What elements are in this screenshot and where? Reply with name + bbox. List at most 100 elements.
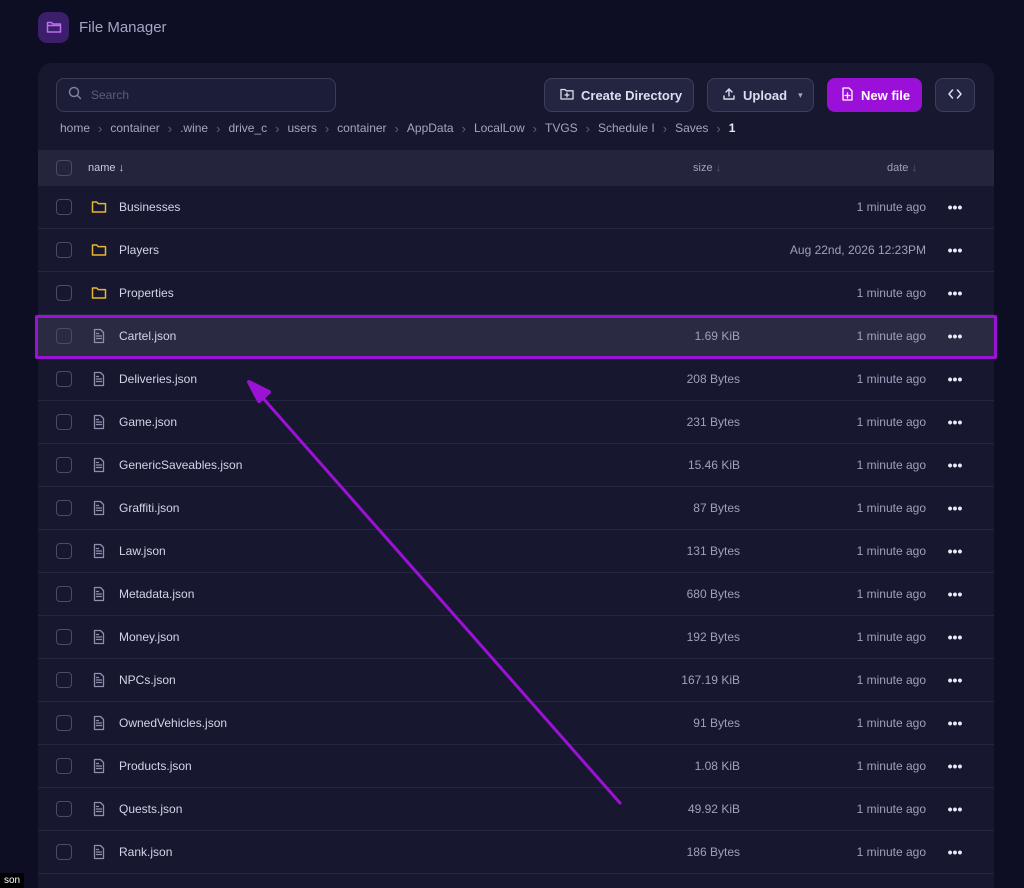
table-row[interactable]: Money.json 192 Bytes 1 minute ago ••• — [38, 616, 994, 659]
file-name[interactable]: Quests.json — [119, 802, 182, 816]
more-options-icon[interactable]: ••• — [943, 328, 967, 344]
more-options-icon[interactable]: ••• — [943, 242, 967, 258]
table-row[interactable]: OwnedVehicles.json 91 Bytes 1 minute ago ••… — [38, 702, 994, 745]
file-size: 15.46 KiB — [687, 458, 740, 472]
file-name[interactable]: Players — [119, 243, 159, 257]
file-name[interactable]: Cartel.json — [119, 329, 176, 343]
file-date: Aug 22nd, 2026 12:23PM — [789, 243, 926, 257]
more-options-icon[interactable]: ••• — [943, 715, 967, 731]
row-checkbox[interactable] — [56, 199, 72, 215]
new-file-button[interactable]: New file — [827, 78, 922, 112]
more-options-icon[interactable]: ••• — [943, 844, 967, 860]
file-name[interactable]: Metadata.json — [119, 587, 194, 601]
row-checkbox[interactable] — [56, 844, 72, 860]
row-checkbox[interactable] — [56, 500, 72, 516]
table-row[interactable]: Metadata.json 680 Bytes 1 minute ago ••• — [38, 573, 994, 616]
breadcrumb-item[interactable]: TVGS — [545, 121, 578, 135]
more-options-icon[interactable]: ••• — [943, 457, 967, 473]
more-options-icon[interactable]: ••• — [943, 672, 967, 688]
more-options-icon[interactable]: ••• — [943, 371, 967, 387]
more-options-icon[interactable]: ••• — [943, 629, 967, 645]
file-icon — [91, 457, 107, 473]
file-date: 1 minute ago — [856, 286, 926, 300]
row-checkbox[interactable] — [56, 457, 72, 473]
folder-icon — [91, 199, 107, 215]
sort-down-icon: ↓ — [118, 162, 125, 174]
table-row[interactable]: Quests.json 49.92 KiB 1 minute ago ••• — [38, 788, 994, 831]
file-name[interactable]: Law.json — [119, 544, 166, 558]
breadcrumb-item[interactable]: LocalLow — [474, 121, 525, 135]
table-row[interactable]: Game.json 231 Bytes 1 minute ago ••• — [38, 401, 994, 444]
table-row[interactable]: Products.json 1.08 KiB 1 minute ago ••• — [38, 745, 994, 788]
file-size: 208 Bytes — [686, 372, 740, 386]
file-name[interactable]: Rank.json — [119, 845, 172, 859]
breadcrumb-item[interactable]: .wine — [180, 121, 208, 135]
table-row[interactable]: Rank.json 186 Bytes 1 minute ago ••• — [38, 831, 994, 874]
breadcrumb-item[interactable]: container — [337, 121, 386, 135]
file-name[interactable]: Deliveries.json — [119, 372, 197, 386]
sort-down-icon: ↓ — [715, 162, 722, 174]
upload-button[interactable]: Upload ▾ — [707, 78, 814, 112]
column-header-name[interactable]: name ↓ — [88, 162, 124, 174]
create-directory-button[interactable]: Create Directory — [544, 78, 694, 112]
table-row[interactable]: NPCs.json 167.19 KiB 1 minute ago ••• — [38, 659, 994, 702]
code-toggle-button[interactable] — [935, 78, 975, 112]
file-name[interactable]: Game.json — [119, 415, 177, 429]
file-icon — [91, 328, 107, 344]
table-row[interactable]: Law.json 131 Bytes 1 minute ago ••• — [38, 530, 994, 573]
breadcrumb-item[interactable]: container — [110, 121, 159, 135]
breadcrumb-item[interactable]: AppData — [407, 121, 454, 135]
column-header-date[interactable]: date ↓ — [887, 162, 917, 174]
search-input[interactable] — [91, 88, 311, 102]
table-row[interactable]: Cartel.json 1.69 KiB 1 minute ago ••• — [38, 315, 994, 358]
file-name[interactable]: Money.json — [119, 630, 179, 644]
file-name[interactable]: Graffiti.json — [119, 501, 179, 515]
breadcrumb-item[interactable]: drive_c — [228, 121, 267, 135]
breadcrumb-item[interactable]: home — [60, 121, 90, 135]
file-name[interactable]: Products.json — [119, 759, 192, 773]
file-name[interactable]: GenericSaveables.json — [119, 458, 242, 472]
file-icon — [91, 543, 107, 559]
row-checkbox[interactable] — [56, 629, 72, 645]
table-row[interactable]: Players Aug 22nd, 2026 12:23PM ••• — [38, 229, 994, 272]
row-checkbox[interactable] — [56, 414, 72, 430]
select-all-checkbox[interactable] — [56, 160, 72, 176]
file-name[interactable]: NPCs.json — [119, 673, 176, 687]
new-file-label: New file — [861, 87, 911, 103]
more-options-icon[interactable]: ••• — [943, 758, 967, 774]
table-row[interactable]: Graffiti.json 87 Bytes 1 minute ago ••• — [38, 487, 994, 530]
more-options-icon[interactable]: ••• — [943, 285, 967, 301]
file-name[interactable]: Properties — [119, 286, 174, 300]
more-options-icon[interactable]: ••• — [943, 414, 967, 430]
file-name[interactable]: OwnedVehicles.json — [119, 716, 227, 730]
more-options-icon[interactable]: ••• — [943, 199, 967, 215]
more-options-icon[interactable]: ••• — [943, 543, 967, 559]
more-options-icon[interactable]: ••• — [943, 500, 967, 516]
table-row[interactable]: Businesses 1 minute ago ••• — [38, 186, 994, 229]
table-row[interactable]: Properties 1 minute ago ••• — [38, 272, 994, 315]
search-box[interactable] — [56, 78, 336, 112]
breadcrumb-item[interactable]: users — [287, 121, 316, 135]
more-options-icon[interactable]: ••• — [943, 801, 967, 817]
row-checkbox[interactable] — [56, 758, 72, 774]
row-checkbox[interactable] — [56, 586, 72, 602]
row-checkbox[interactable] — [56, 371, 72, 387]
file-date: 1 minute ago — [856, 415, 926, 429]
row-checkbox[interactable] — [56, 672, 72, 688]
breadcrumb-item[interactable]: Schedule I — [598, 121, 655, 135]
breadcrumb-item[interactable]: Saves — [675, 121, 708, 135]
row-checkbox[interactable] — [56, 242, 72, 258]
file-date: 1 minute ago — [856, 544, 926, 558]
file-size: 192 Bytes — [686, 630, 740, 644]
row-checkbox[interactable] — [56, 543, 72, 559]
table-row[interactable]: GenericSaveables.json 15.46 KiB 1 minute a… — [38, 444, 994, 487]
row-checkbox[interactable] — [56, 715, 72, 731]
file-icon — [91, 414, 107, 430]
more-options-icon[interactable]: ••• — [943, 586, 967, 602]
row-checkbox[interactable] — [56, 801, 72, 817]
file-name[interactable]: Businesses — [119, 200, 180, 214]
row-checkbox[interactable] — [56, 328, 72, 344]
row-checkbox[interactable] — [56, 285, 72, 301]
column-header-size[interactable]: size ↓ — [693, 162, 721, 174]
table-row[interactable]: Deliveries.json 208 Bytes 1 minute ago ••• — [38, 358, 994, 401]
